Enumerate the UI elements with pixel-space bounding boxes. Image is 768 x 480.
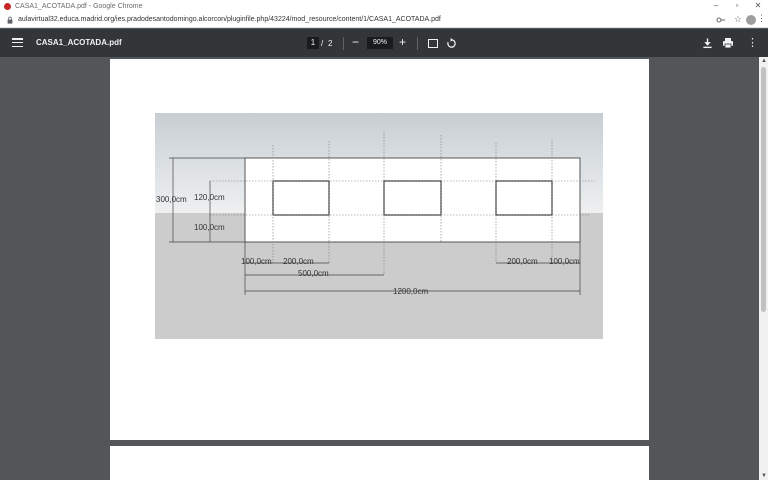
house-elevation-drawing: 300,0cm 120,0cm 100,0cm 100,0cm 200,0cm … xyxy=(155,113,603,344)
dimension-sill-height: 100,0cm xyxy=(194,223,225,232)
pdf-page-1[interactable]: 300,0cm 120,0cm 100,0cm 100,0cm 200,0cm … xyxy=(110,59,649,440)
print-icon[interactable] xyxy=(722,37,734,49)
hamburger-menu-icon[interactable] xyxy=(12,38,23,48)
pdf-page-2[interactable] xyxy=(110,446,649,480)
dimension-left-margin: 100,0cm xyxy=(241,257,272,266)
pdf-filename: CASA1_ACOTADA.pdf xyxy=(36,38,122,47)
zoom-input[interactable]: 90% xyxy=(367,37,393,49)
toolbar-divider xyxy=(417,37,418,50)
scroll-down-icon[interactable]: ▼ xyxy=(761,473,767,479)
browser-title-bar: CASA1_ACOTADA.pdf - Google Chrome – ▫ ✕ xyxy=(0,0,768,12)
rotate-icon[interactable] xyxy=(446,38,457,49)
more-actions-icon[interactable]: ⋮ xyxy=(747,37,758,49)
chrome-menu-icon[interactable]: ⋮ xyxy=(757,13,766,24)
dimension-total-length: 1200,0cm xyxy=(393,287,429,296)
window-title: CASA1_ACOTADA.pdf - Google Chrome xyxy=(15,2,143,10)
profile-avatar-icon[interactable] xyxy=(746,15,756,25)
fit-to-page-icon[interactable] xyxy=(428,39,438,48)
dimension-half-length: 500,0cm xyxy=(298,269,329,278)
minimize-button[interactable]: – xyxy=(706,0,726,12)
address-bar[interactable]: aulavirtual32.educa.madrid.org/ies.prado… xyxy=(0,12,768,28)
dimension-right-margin: 100,0cm xyxy=(549,257,580,266)
zoom-out-button[interactable]: − xyxy=(352,35,359,49)
scroll-up-icon[interactable]: ▲ xyxy=(761,58,767,64)
scrollbar-thumb[interactable] xyxy=(761,67,766,312)
dimension-left-window-width: 200,0cm xyxy=(283,257,314,266)
bookmark-star-icon[interactable]: ☆ xyxy=(734,14,742,25)
toolbar-divider xyxy=(343,37,344,50)
restore-button[interactable]: ▫ xyxy=(727,0,747,12)
pdf-toolbar: CASA1_ACOTADA.pdf 1 / 2 − 90% + ⋮ xyxy=(0,29,768,57)
pdf-favicon-icon xyxy=(4,2,11,10)
url-text[interactable]: aulavirtual32.educa.madrid.org/ies.prado… xyxy=(18,16,441,23)
dimension-total-height: 300,0cm xyxy=(156,195,187,204)
total-pages: 2 xyxy=(328,39,333,48)
close-window-button[interactable]: ✕ xyxy=(748,0,768,12)
lock-icon[interactable] xyxy=(6,16,14,24)
page-separator: / xyxy=(321,39,324,48)
zoom-in-button[interactable]: + xyxy=(399,35,406,49)
current-page-input[interactable]: 1 xyxy=(307,37,319,49)
scrollbar[interactable]: ▲ ▼ xyxy=(759,57,768,480)
house-wall xyxy=(244,157,581,243)
key-icon[interactable] xyxy=(716,15,726,25)
dimension-window-height: 120,0cm xyxy=(194,193,225,202)
dimension-right-window-width: 200,0cm xyxy=(507,257,538,266)
download-icon[interactable] xyxy=(702,37,713,49)
